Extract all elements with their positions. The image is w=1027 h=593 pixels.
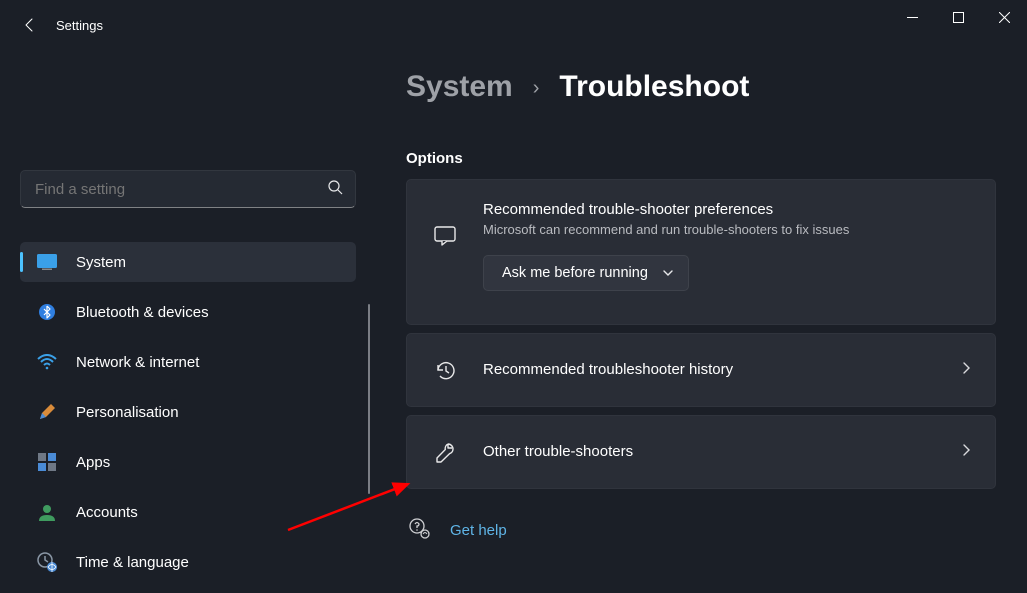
sidebar-item-network[interactable]: Network & internet (20, 342, 356, 382)
card-title: Recommended troubleshooter history (483, 360, 947, 380)
close-button[interactable] (981, 0, 1027, 34)
help-icon (408, 517, 430, 544)
search-input[interactable] (35, 181, 327, 198)
wrench-icon (431, 438, 459, 466)
card-troubleshooter-history[interactable]: Recommended troubleshooter history (406, 333, 996, 407)
app-title: Settings (56, 18, 103, 33)
sidebar-item-bluetooth[interactable]: Bluetooth & devices (20, 292, 356, 332)
dropdown-value: Ask me before running (502, 265, 648, 281)
card-title: Other trouble-shooters (483, 442, 947, 462)
sidebar-item-personalisation[interactable]: Personalisation (20, 392, 356, 432)
back-button[interactable] (10, 5, 50, 45)
sidebar-item-label: System (76, 254, 126, 271)
sidebar-item-label: Personalisation (76, 404, 179, 421)
sidebar-item-accounts[interactable]: Accounts (20, 492, 356, 532)
chat-icon (431, 222, 459, 250)
accounts-icon (36, 501, 58, 523)
system-icon (36, 251, 58, 273)
preferences-dropdown[interactable]: Ask me before running (483, 255, 689, 291)
sidebar-nav: System Bluetooth & devices Network & int… (20, 242, 352, 582)
breadcrumb-current: Troubleshoot (559, 70, 749, 104)
apps-icon (36, 451, 58, 473)
history-icon (431, 356, 459, 384)
sidebar-item-label: Bluetooth & devices (76, 304, 209, 321)
get-help-link[interactable]: Get help (450, 522, 507, 539)
paintbrush-icon (36, 401, 58, 423)
sidebar-item-label: Network & internet (76, 354, 199, 371)
chevron-right-icon (959, 361, 973, 380)
bluetooth-icon (36, 301, 58, 323)
breadcrumb-parent[interactable]: System (406, 70, 513, 104)
breadcrumb: System › Troubleshoot (406, 70, 997, 104)
section-heading-options: Options (406, 150, 997, 167)
time-language-icon (36, 551, 58, 573)
minimize-button[interactable] (889, 0, 935, 34)
wifi-icon (36, 351, 58, 373)
sidebar-item-label: Time & language (76, 554, 189, 571)
card-subtitle: Microsoft can recommend and run trouble-… (483, 222, 973, 237)
sidebar-item-label: Accounts (76, 504, 138, 521)
card-troubleshooter-preferences: Recommended trouble-shooter preferences … (406, 179, 996, 325)
card-title: Recommended trouble-shooter preferences (483, 200, 973, 220)
chevron-right-icon: › (533, 77, 540, 100)
search-icon (327, 179, 343, 200)
sidebar-item-apps[interactable]: Apps (20, 442, 356, 482)
search-box[interactable] (20, 170, 356, 208)
sidebar-item-label: Apps (76, 454, 110, 471)
chevron-down-icon (662, 267, 674, 279)
chevron-right-icon (959, 443, 973, 462)
card-other-troubleshooters[interactable]: Other trouble-shooters (406, 415, 996, 489)
sidebar-item-time-language[interactable]: Time & language (20, 542, 356, 582)
maximize-button[interactable] (935, 0, 981, 34)
sidebar-item-system[interactable]: System (20, 242, 356, 282)
